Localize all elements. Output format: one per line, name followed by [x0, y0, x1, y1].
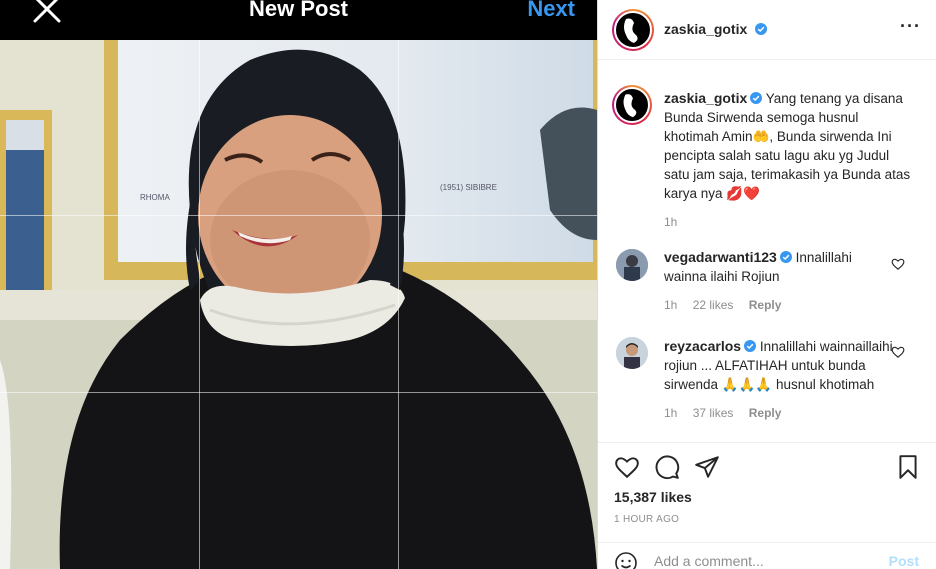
svg-text:RHOMA: RHOMA — [140, 193, 170, 202]
post-timestamp: 1 HOUR AGO — [614, 514, 680, 525]
svg-text:(1951) SIBIBRE: (1951) SIBIBRE — [440, 183, 497, 192]
page-title: New Post — [248, 0, 349, 21]
comment-like-heart-icon[interactable] — [891, 345, 905, 359]
comment-bubble-icon[interactable] — [654, 454, 680, 480]
next-button[interactable]: Next — [527, 0, 575, 22]
comment-input[interactable] — [654, 553, 874, 569]
comment-author[interactable]: vegadarwanti123 — [664, 249, 777, 265]
crop-grid-line — [0, 215, 597, 216]
emoji-smiley-icon[interactable] — [614, 551, 638, 569]
editor-topbar: New Post Next — [0, 0, 597, 40]
photo-illustration: RHOMA (1951) SIBIBRE — [0, 40, 597, 569]
crop-grid-line — [199, 40, 200, 569]
more-options-icon[interactable]: ··· — [900, 16, 921, 37]
bookmark-icon[interactable] — [895, 454, 921, 480]
share-paper-plane-icon[interactable] — [694, 454, 720, 480]
reply-button[interactable]: Reply — [749, 406, 782, 420]
comment-like-heart-icon[interactable] — [891, 257, 905, 271]
verified-badge-icon — [779, 251, 792, 263]
likes-count[interactable]: 15,387 likes — [614, 489, 692, 505]
post-header: zaskia_gotix ··· — [598, 0, 936, 60]
caption-text: Yang tenang ya disana Bunda Sirwenda sem… — [664, 91, 911, 201]
photo-editor-panel: New Post Next RHOMA (1951) SIBIBRE — [0, 0, 597, 569]
comment-author[interactable]: reyzacarlos — [664, 338, 741, 354]
caption: zaskia_gotix Yang tenang ya disana Bunda… — [664, 89, 914, 229]
post-details-panel: zaskia_gotix ··· zaskia_gotix Yang tenan… — [597, 0, 936, 569]
post-photo[interactable]: RHOMA (1951) SIBIBRE — [0, 40, 597, 569]
comment-likes[interactable]: 22 likes — [693, 298, 734, 312]
post-actions: 15,387 likes 1 HOUR AGO — [598, 442, 936, 542]
comment-time[interactable]: 1h — [664, 298, 677, 312]
avatar[interactable] — [616, 249, 648, 281]
caption-author[interactable]: zaskia_gotix — [664, 90, 747, 106]
verified-badge-icon — [744, 340, 757, 352]
add-comment-bar: Post — [598, 542, 936, 569]
reply-button[interactable]: Reply — [749, 298, 782, 312]
crop-grid-line — [0, 392, 597, 393]
comment-item: vegadarwanti123 Innalillahi wainna ilaih… — [664, 248, 896, 312]
comments-list: zaskia_gotix Yang tenang ya disana Bunda… — [598, 61, 936, 441]
comment-time[interactable]: 1h — [664, 406, 677, 420]
avatar[interactable] — [616, 337, 648, 369]
verified-badge-icon — [750, 92, 763, 104]
comment-likes[interactable]: 37 likes — [693, 406, 734, 420]
like-heart-icon[interactable] — [614, 454, 640, 480]
avatar[interactable] — [612, 85, 652, 125]
verified-badge-icon — [754, 23, 767, 35]
crop-grid-line — [398, 40, 399, 569]
post-comment-button[interactable]: Post — [889, 553, 919, 569]
post-author[interactable]: zaskia_gotix — [664, 21, 747, 37]
comment-item: reyzacarlos Innalillahi wainnaillaihi ro… — [664, 337, 896, 420]
caption-time[interactable]: 1h — [664, 215, 677, 229]
avatar[interactable] — [612, 9, 654, 51]
